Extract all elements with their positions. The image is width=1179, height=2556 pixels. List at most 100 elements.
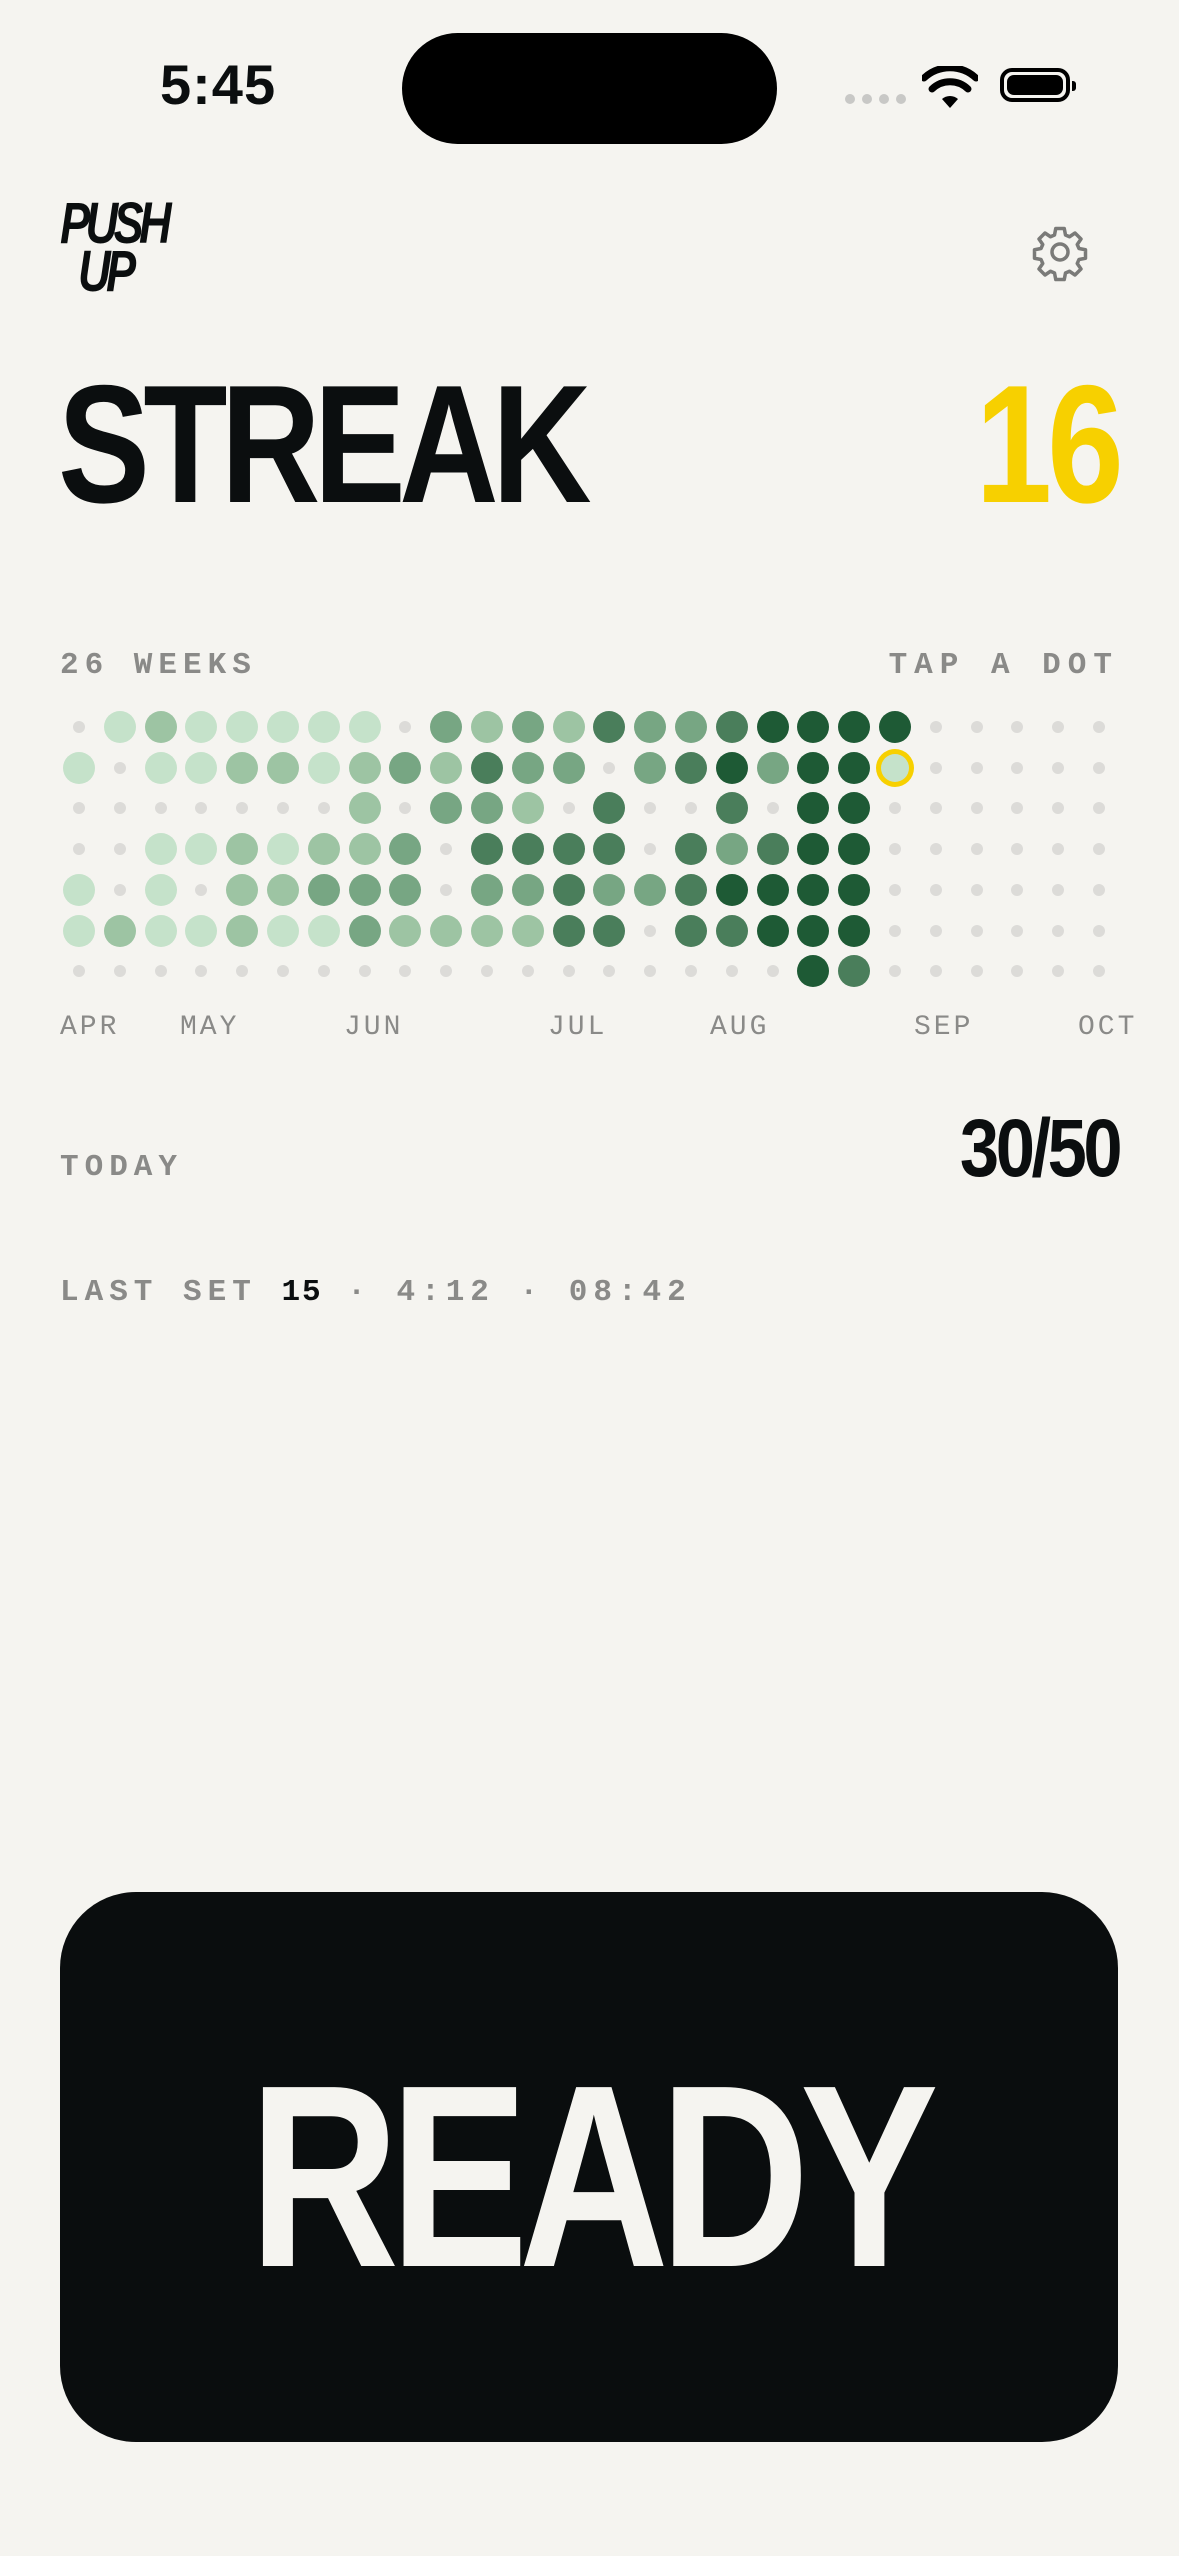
history-dot[interactable] [1093,761,1105,774]
history-dot[interactable] [144,751,177,784]
history-dot[interactable] [1052,924,1065,937]
history-dot[interactable] [511,751,544,784]
history-dot[interactable] [1052,965,1065,978]
history-dot[interactable] [399,721,412,733]
history-dot[interactable] [797,751,830,784]
history-dot[interactable] [552,833,585,866]
history-dot[interactable] [797,833,830,866]
history-dot[interactable] [277,965,289,978]
ready-button[interactable]: READY [60,1892,1118,2442]
history-dot[interactable] [929,761,942,774]
history-dot[interactable] [521,965,534,978]
history-dot[interactable] [1011,721,1024,733]
history-dot[interactable] [113,965,126,978]
history-dot[interactable] [675,914,707,947]
history-dot[interactable] [1052,883,1065,896]
history-dot[interactable] [113,802,126,815]
history-dot[interactable] [471,914,503,947]
history-dot[interactable] [73,843,85,856]
history-dot[interactable] [144,711,177,743]
history-dot[interactable] [838,833,871,866]
history-dot[interactable] [389,833,422,866]
history-dot[interactable] [481,965,493,978]
history-dot[interactable] [838,873,871,906]
history-dot[interactable] [389,751,422,784]
history-dot[interactable] [634,751,667,784]
history-dot[interactable] [929,843,942,856]
history-dot[interactable] [348,914,381,947]
history-dot[interactable] [715,914,748,947]
history-dot[interactable] [511,914,544,947]
history-dot[interactable] [185,711,218,743]
history-dot[interactable] [103,914,136,947]
history-dot[interactable] [63,751,95,784]
history-dot[interactable] [593,711,626,743]
history-dot[interactable] [1052,843,1065,856]
history-dot[interactable] [562,965,575,978]
gear-icon[interactable] [1030,222,1090,282]
history-dot[interactable] [838,711,871,743]
history-dot[interactable] [1093,843,1105,856]
history-dot[interactable] [471,711,503,743]
history-dot[interactable] [389,873,422,906]
history-dot[interactable] [756,873,789,906]
history-dot[interactable] [267,833,299,866]
history-dot[interactable] [889,883,901,896]
history-dot[interactable] [929,924,942,937]
history-dot[interactable] [725,965,738,978]
history-dot[interactable] [970,883,983,896]
history-dot[interactable] [348,751,381,784]
history-dot[interactable] [1011,843,1024,856]
history-dot[interactable] [267,711,299,743]
history-dot[interactable] [552,873,585,906]
history-dot[interactable] [838,955,871,988]
history-dot[interactable] [1011,761,1024,774]
history-dot[interactable] [685,965,697,978]
history-dot[interactable] [73,721,85,733]
history-dot[interactable] [144,914,177,947]
history-dot[interactable] [1093,965,1105,978]
history-dot[interactable] [797,792,830,825]
history-dot[interactable] [675,711,707,743]
history-dot[interactable] [430,792,463,825]
history-dot[interactable] [195,965,208,978]
history-dot[interactable] [715,833,748,866]
history-dot[interactable] [970,721,983,733]
history-dot[interactable] [929,802,942,815]
history-dot[interactable] [113,761,126,774]
history-dot[interactable] [970,843,983,856]
history-dot[interactable] [929,883,942,896]
history-dot[interactable] [970,761,983,774]
history-dot[interactable] [226,711,259,743]
history-dot[interactable] [756,914,789,947]
history-dot[interactable] [593,914,626,947]
history-dot[interactable] [1052,721,1065,733]
history-dot[interactable] [307,751,340,784]
history-dot[interactable] [593,792,626,825]
history-dot[interactable] [185,751,218,784]
history-dot[interactable] [603,965,616,978]
history-dot[interactable] [675,833,707,866]
history-dot[interactable] [644,843,657,856]
history-dot[interactable] [267,914,299,947]
history-dot[interactable] [838,792,871,825]
history-dot[interactable] [552,751,585,784]
history-dot[interactable] [440,883,453,896]
history-dot[interactable] [562,802,575,815]
history-dot[interactable] [715,711,748,743]
history-dot[interactable] [471,833,503,866]
history-dot[interactable] [634,873,667,906]
history-dot[interactable] [348,833,381,866]
history-dot[interactable] [267,873,299,906]
history-dot[interactable] [593,833,626,866]
history-dot[interactable] [715,792,748,825]
history-dot[interactable] [317,802,330,815]
history-dot[interactable] [144,833,177,866]
history-dot[interactable] [644,924,657,937]
history-dot[interactable] [797,955,830,988]
history-dot[interactable] [307,711,340,743]
history-dot[interactable] [317,965,330,978]
history-dot[interactable] [766,802,779,815]
history-dot[interactable] [552,914,585,947]
history-dot[interactable] [1093,924,1105,937]
